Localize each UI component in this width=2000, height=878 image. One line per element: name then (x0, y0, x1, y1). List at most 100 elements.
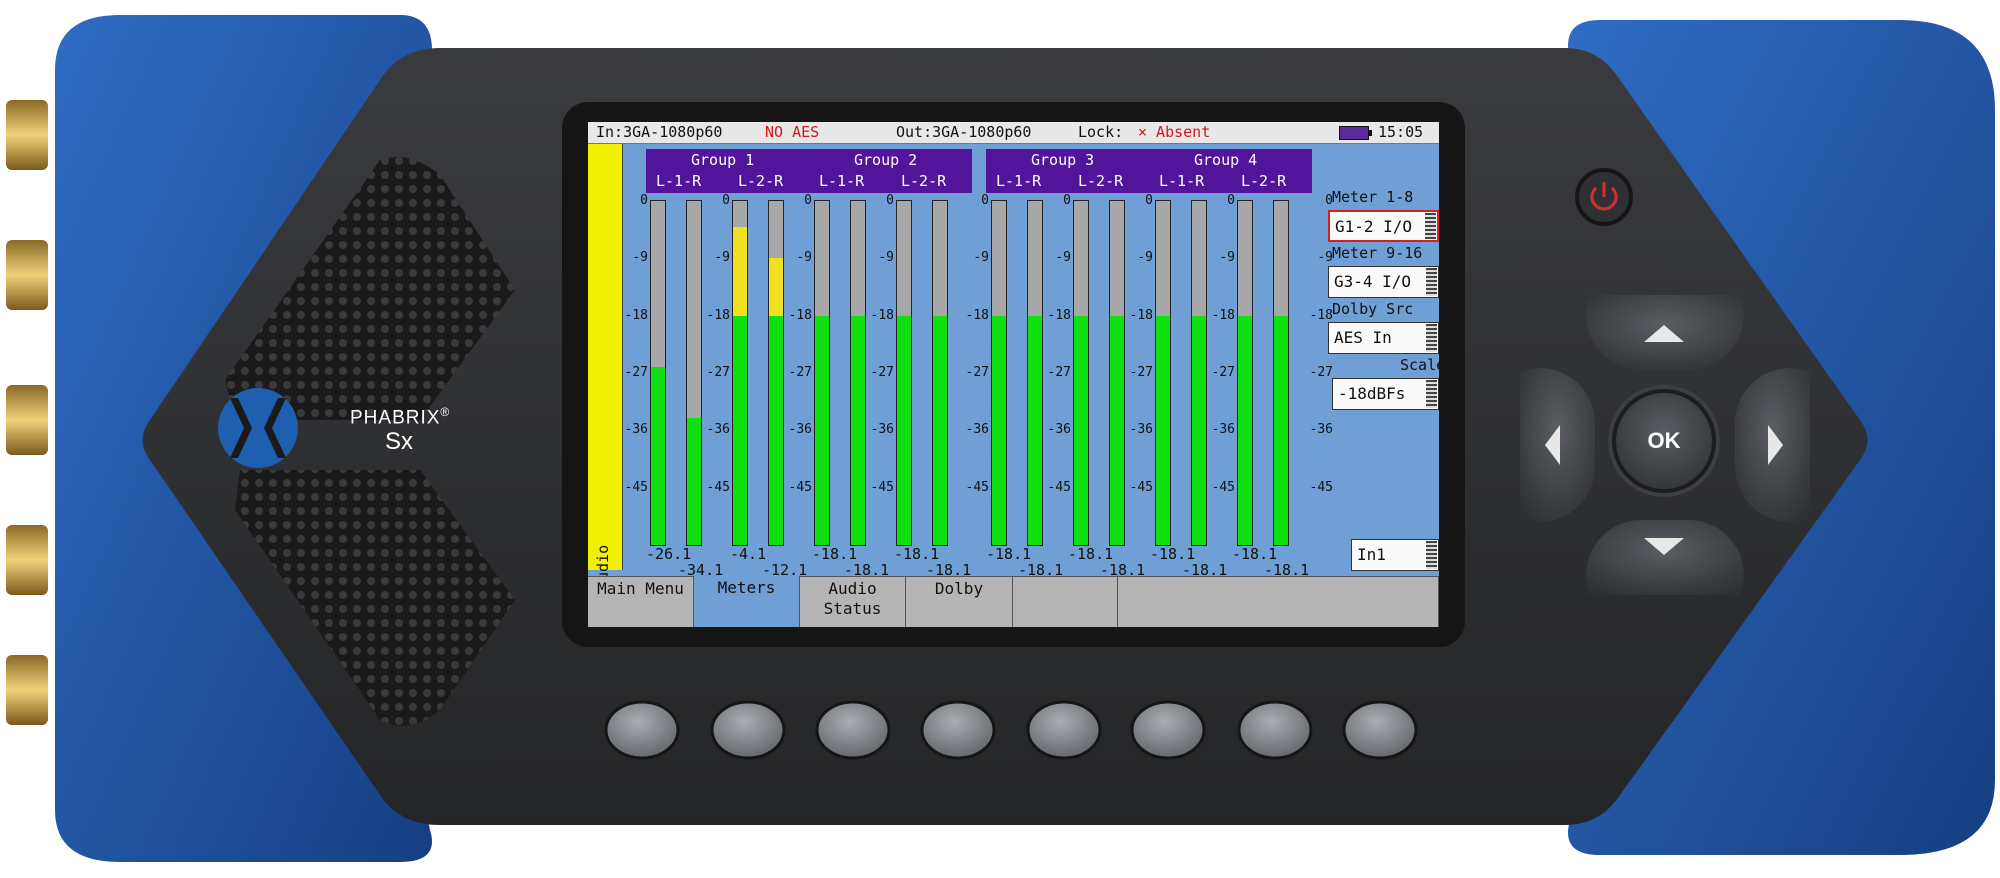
audio-meter (1073, 200, 1089, 546)
scale-label: 0 (981, 193, 989, 208)
scale-label: -45 (965, 479, 989, 495)
scale-label: 0 (1325, 193, 1333, 208)
scroll-icon (1426, 380, 1437, 408)
scale-label: -9 (1055, 250, 1071, 266)
scale-label: -36 (1129, 422, 1153, 438)
channel-pair-label: L-1-R (1159, 172, 1205, 190)
softkey-tab-6[interactable] (1118, 576, 1439, 627)
scale-label: -45 (1309, 479, 1333, 495)
meter-level-fill (651, 367, 665, 545)
meter-level-fill (1110, 316, 1124, 545)
battery-icon (1339, 126, 1372, 140)
audio-meter (1273, 200, 1289, 546)
scale-label: -45 (1047, 479, 1071, 495)
lock-value: × Absent (1138, 123, 1211, 141)
meter-level-fill (815, 316, 829, 545)
meter-peak-fill (733, 227, 747, 317)
channel-pair-label: L-1-R (996, 172, 1042, 190)
audio-meter (686, 200, 702, 546)
scale-label: -9 (1137, 250, 1153, 266)
channel-pair-label: L-2-R (901, 172, 947, 190)
power-button[interactable] (1575, 168, 1633, 226)
scale-label: -9 (1219, 250, 1235, 266)
softkey-tab-5[interactable] (1013, 576, 1118, 627)
scale-label: 0 (1145, 193, 1153, 208)
audio-meter (991, 200, 1007, 546)
scale-select[interactable]: -18dBFs (1332, 378, 1439, 410)
scale-label: -45 (1211, 479, 1235, 495)
softkey-tab-4[interactable]: Dolby (906, 576, 1013, 627)
meter-level-fill (1192, 316, 1206, 545)
scale-label: -45 (706, 479, 730, 495)
model-label: Sx (385, 428, 414, 455)
aes-status: NO AES (765, 123, 820, 141)
softkey-tab-3[interactable]: Audio Status (800, 576, 906, 627)
meter-level-fill (1238, 316, 1252, 545)
channel-pair-label: L-2-R (738, 172, 784, 190)
bnc-connectors (6, 100, 48, 725)
softkey-tab-label (1118, 577, 1438, 579)
softkey-tab-label: Main Menu (597, 579, 684, 598)
input-format: In:3GA-1080p60 (596, 123, 723, 141)
scale-label: -18 (1047, 307, 1071, 323)
meter-level-fill (851, 316, 865, 545)
scale-label: -27 (624, 365, 648, 380)
meter-level-fill (1028, 316, 1042, 545)
ok-label: OK (1647, 428, 1681, 453)
brand-label: PHABRIX® (350, 405, 451, 429)
audio-meter (650, 200, 666, 546)
scale-label: 0 (1227, 193, 1235, 208)
audio-meter (732, 200, 748, 546)
meter-1-8-select[interactable]: G1-2 I/O (1328, 210, 1439, 242)
softkey-tab-label: Meters (717, 578, 776, 597)
scroll-icon (1426, 541, 1437, 569)
meter-peak-fill (769, 258, 783, 317)
scale-label: -36 (706, 422, 730, 438)
scale-label: 0 (1063, 193, 1071, 208)
meter-level-fill (687, 418, 701, 545)
scale-label: 0 (722, 193, 730, 208)
scale-label: -27 (1047, 365, 1071, 380)
audio-meter (1237, 200, 1253, 546)
scale-label: -18 (1129, 307, 1153, 323)
scale-label: -27 (788, 365, 812, 380)
scale-label: -36 (1211, 422, 1235, 438)
scale-label: -18 (706, 307, 730, 323)
softkey-tab-1[interactable]: Main Menu (588, 576, 694, 627)
scale-label: -9 (796, 250, 812, 266)
audio-meter (850, 200, 866, 546)
audio-meter (814, 200, 830, 546)
audio-sidebar-tab[interactable]: Audio (588, 144, 623, 590)
scale-label: -27 (1309, 365, 1333, 380)
dolby-src-select[interactable]: AES In (1328, 322, 1439, 354)
scroll-icon (1426, 324, 1437, 352)
scale-label: -27 (706, 365, 730, 380)
softkey-tab-label: Dolby (934, 579, 984, 598)
group-header-3-4: Group 3 L-1-R L-2-R Group 4 L-1-R L-2-R (986, 149, 1312, 193)
scale-label: -36 (1309, 422, 1333, 438)
scale-label: -27 (1129, 365, 1153, 380)
channel-pair-label: L-2-R (1078, 172, 1124, 190)
meter-level-fill (933, 316, 947, 545)
meter-level-fill (769, 316, 783, 545)
channel-pair-label: L-1-R (656, 172, 702, 190)
scale-label: 0 (886, 193, 894, 208)
scale-label: -36 (788, 422, 812, 438)
scale-label: -36 (870, 422, 894, 438)
input-select[interactable]: In1 (1351, 539, 1439, 571)
meter-level-fill (1274, 316, 1288, 545)
softkey-tab-2[interactable]: Meters (694, 576, 800, 627)
group-name: Group 3 (1031, 151, 1095, 169)
scale-label: -9 (714, 250, 730, 266)
scale-label: -27 (1211, 365, 1235, 380)
scale-label: Scale (1400, 356, 1439, 374)
scroll-icon (1426, 268, 1437, 296)
meter-9-16-select[interactable]: G3-4 I/O (1328, 266, 1439, 298)
audio-meter (1027, 200, 1043, 546)
channel-pair-label: L-1-R (819, 172, 865, 190)
softkey-tab-label: Audio Status (823, 579, 882, 618)
meter-level-fill (733, 316, 747, 545)
scale-label: -45 (870, 479, 894, 495)
scale-label: -9 (1317, 250, 1333, 266)
meter-level-fill (992, 316, 1006, 545)
